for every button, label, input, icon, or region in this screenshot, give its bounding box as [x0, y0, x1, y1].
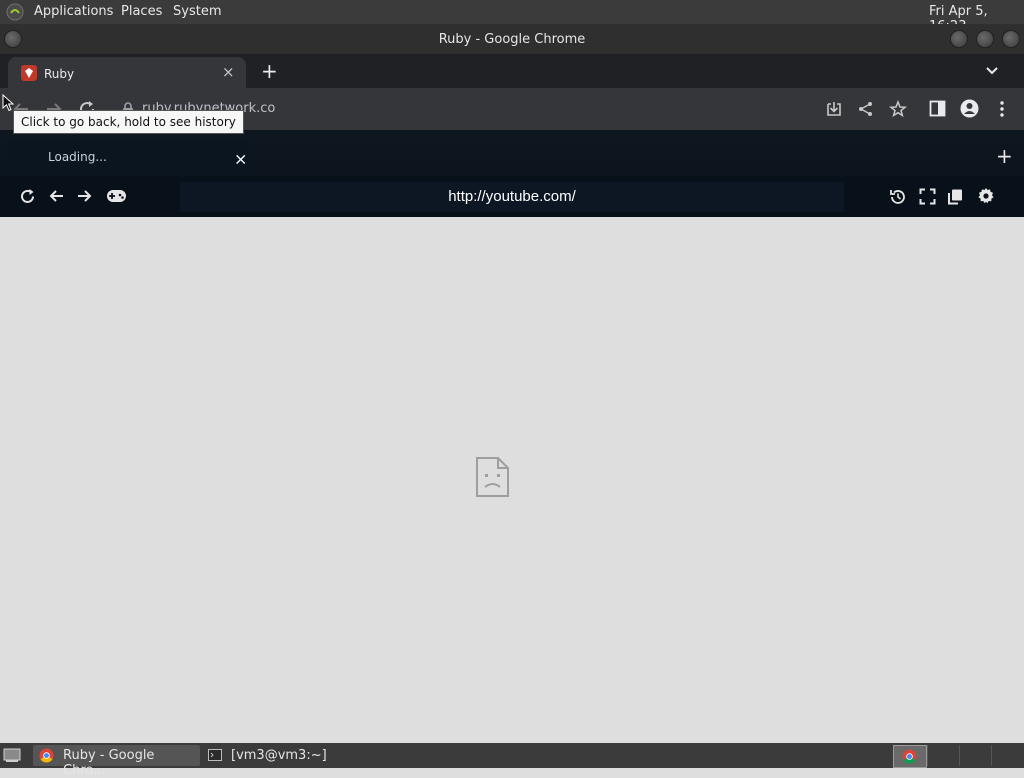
share-icon[interactable]: [857, 100, 875, 118]
terminal-icon: [208, 749, 222, 761]
workspace-3[interactable]: [959, 745, 990, 766]
taskbar-item-label: [vm3@vm3:~]: [231, 748, 327, 763]
close-window-button[interactable]: [1002, 30, 1020, 48]
chrome-icon: [39, 748, 54, 763]
proxy-reload-icon[interactable]: [19, 188, 36, 205]
window-title: Ruby - Google Chrome: [438, 32, 586, 47]
profile-avatar-icon[interactable]: [960, 99, 979, 118]
taskbar: Ruby - Google Chro... [vm3@vm3:~]: [0, 743, 1024, 778]
new-tab-button[interactable]: +: [261, 61, 278, 81]
system-menu[interactable]: System: [173, 4, 221, 19]
workspace-4[interactable]: [991, 745, 1022, 766]
tab-title: Ruby: [44, 67, 75, 81]
tab-close-icon[interactable]: ×: [222, 65, 235, 80]
taskbar-item-label: Ruby - Google Chro...: [63, 748, 155, 778]
tab-ruby[interactable]: Ruby ×: [8, 57, 246, 88]
proxy-forward-icon[interactable]: [76, 188, 93, 204]
system-panel: Applications Places System Fri Apr 5, 16…: [0, 0, 1024, 34]
sad-page-icon: [476, 457, 509, 497]
tab-search-chevron-icon[interactable]: [985, 66, 999, 76]
applications-menu[interactable]: Applications: [34, 4, 113, 19]
workspace-2[interactable]: [927, 745, 958, 766]
fullscreen-icon[interactable]: [919, 188, 936, 205]
distro-logo-icon[interactable]: [6, 3, 24, 21]
history-icon[interactable]: [889, 188, 907, 206]
side-panel-icon[interactable]: [929, 100, 946, 117]
bookmark-star-icon[interactable]: [889, 100, 907, 118]
proxy-back-icon[interactable]: [48, 188, 65, 204]
proxy-navigation-bar: http://youtube.com/: [0, 176, 1024, 217]
ruby-favicon-icon: [21, 65, 37, 81]
mouse-cursor-icon: [2, 94, 14, 112]
tab-strip: Ruby × +: [0, 54, 1024, 88]
back-button-tooltip: Click to go back, hold to see history: [13, 110, 244, 134]
more-menu-icon[interactable]: [996, 100, 1008, 118]
settings-gear-icon[interactable]: [977, 187, 995, 205]
games-controller-icon[interactable]: [106, 188, 127, 204]
window-titlebar[interactable]: Ruby - Google Chrome: [0, 24, 1024, 54]
show-desktop-icon[interactable]: [3, 748, 21, 763]
page-content-area: [0, 217, 1024, 743]
copy-icon[interactable]: [947, 188, 964, 205]
workspace-chrome-icon: [902, 749, 917, 764]
proxy-tab-title: Loading...: [48, 150, 107, 164]
install-app-icon[interactable]: [825, 100, 843, 118]
taskbar-item-chrome[interactable]: Ruby - Google Chro...: [33, 745, 200, 778]
workspace-switcher-active[interactable]: [893, 745, 927, 768]
proxy-new-tab-button[interactable]: +: [996, 146, 1013, 166]
maximize-button[interactable]: [976, 30, 994, 48]
proxy-url-text: http://youtube.com/: [448, 188, 576, 205]
proxy-tab[interactable]: Loading... ×: [10, 140, 250, 174]
taskbar-item-terminal[interactable]: [vm3@vm3:~]: [204, 745, 354, 766]
places-menu[interactable]: Places: [121, 4, 162, 19]
proxy-url-bar[interactable]: http://youtube.com/: [180, 182, 844, 212]
minimize-button[interactable]: [950, 30, 968, 48]
proxy-tab-close-icon[interactable]: ×: [234, 150, 247, 169]
proxy-app-header: Loading... × + http://youtube.com/: [0, 130, 1024, 217]
